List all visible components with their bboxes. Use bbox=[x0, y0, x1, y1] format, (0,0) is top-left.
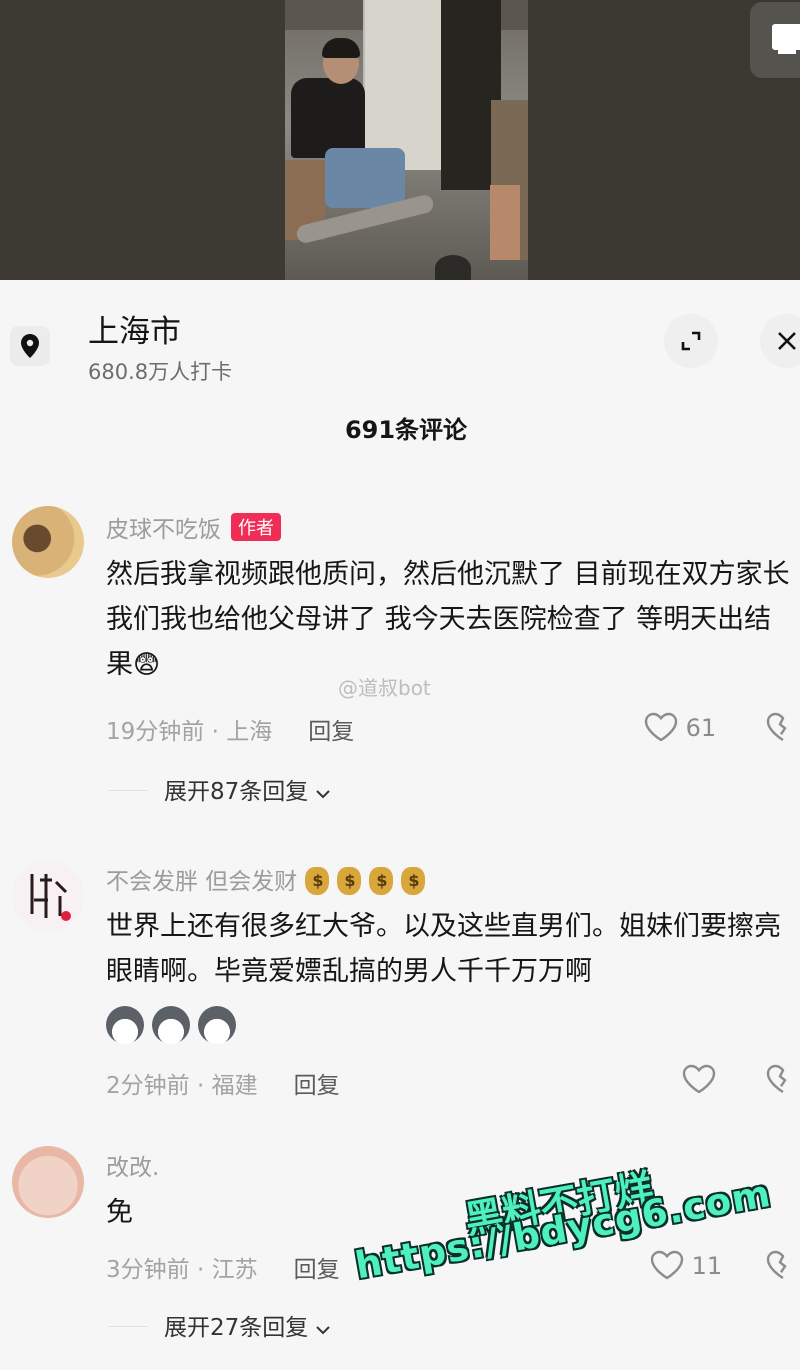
video-frame bbox=[285, 0, 528, 280]
close-button[interactable] bbox=[760, 314, 800, 368]
like-count: 61 bbox=[685, 714, 717, 742]
expand-icon bbox=[681, 331, 701, 351]
expand-button[interactable] bbox=[664, 314, 718, 368]
comment-username[interactable]: 皮球不吃饭 作者 bbox=[106, 510, 281, 544]
dislike-button[interactable] bbox=[766, 1064, 800, 1098]
avatar[interactable] bbox=[12, 506, 84, 578]
reply-button[interactable]: 回复 bbox=[294, 1073, 340, 1099]
husky-emoji-icon bbox=[152, 1006, 190, 1044]
like-button[interactable] bbox=[682, 1064, 716, 1094]
comment-text: 世界上还有很多红大爷。以及这些直男们。姐妹们要擦亮眼睛啊。毕竟爱嫖乱搞的男人千千… bbox=[106, 911, 781, 987]
expand-replies-button[interactable]: 展开27条回复 bbox=[108, 1308, 330, 1342]
avatar[interactable] bbox=[12, 1146, 84, 1218]
comment-time-location: 3分钟前 · 江苏 bbox=[106, 1257, 258, 1283]
heart-icon bbox=[644, 712, 678, 742]
close-icon bbox=[778, 332, 796, 350]
dislike-button[interactable] bbox=[766, 712, 800, 746]
comment-username[interactable]: 改改. bbox=[106, 1148, 159, 1182]
calligraphy-avatar-image bbox=[30, 874, 71, 921]
comment-time-location: 19分钟前 · 上海 bbox=[106, 719, 273, 745]
emoji-fearful: 😨 bbox=[133, 650, 161, 680]
heart-icon bbox=[682, 1064, 716, 1094]
comment-meta: 19分钟前 · 上海 回复 bbox=[106, 712, 354, 746]
video-player[interactable] bbox=[0, 0, 800, 280]
reply-button[interactable]: 回复 bbox=[308, 719, 354, 745]
watermark: @道叔bot bbox=[338, 676, 431, 700]
husky-emoji-icon bbox=[106, 1006, 144, 1044]
broken-heart-icon bbox=[766, 1064, 787, 1094]
expand-replies-button[interactable]: 展开87条回复 bbox=[108, 772, 330, 806]
chevron-down-icon bbox=[315, 1326, 330, 1335]
money-bag-icon bbox=[401, 867, 426, 895]
dislike-button[interactable] bbox=[766, 1250, 800, 1284]
broken-heart-icon bbox=[766, 712, 787, 742]
author-badge: 作者 bbox=[231, 513, 281, 541]
avatar[interactable] bbox=[12, 860, 84, 932]
location-checkins: 680.8万人打卡 bbox=[88, 360, 233, 384]
broken-heart-icon bbox=[766, 1250, 787, 1280]
video-blur-left bbox=[0, 0, 285, 280]
comment-username[interactable]: 不会发胖 但会发财 bbox=[106, 862, 426, 896]
money-bag-icon bbox=[337, 867, 362, 895]
money-bag-icon bbox=[305, 867, 330, 895]
comment-text: 然后我拿视频跟他质问，然后他沉默了 目前现在双方家长我们我也给他父母讲了 我今天… bbox=[106, 552, 796, 688]
comment-meta: 3分钟前 · 江苏 回复 bbox=[106, 1250, 340, 1284]
like-button[interactable]: 11 bbox=[650, 1250, 722, 1280]
screen-cast-button[interactable] bbox=[750, 2, 800, 78]
location-title: 上海市 bbox=[88, 314, 181, 350]
comments-count: 691条评论 bbox=[344, 416, 468, 444]
heart-icon bbox=[650, 1250, 684, 1280]
location-card[interactable]: 上海市 680.8万人打卡 bbox=[0, 280, 800, 400]
comment-time-location: 2分钟前 · 福建 bbox=[106, 1073, 258, 1099]
like-count: 11 bbox=[691, 1252, 723, 1280]
screen-icon bbox=[772, 24, 800, 50]
money-bag-icon bbox=[369, 867, 394, 895]
chevron-down-icon bbox=[315, 790, 330, 799]
like-button[interactable]: 61 bbox=[644, 712, 716, 742]
reply-button[interactable]: 回复 bbox=[294, 1257, 340, 1283]
comment-meta: 2分钟前 · 福建 回复 bbox=[106, 1066, 340, 1100]
husky-emojis bbox=[106, 1006, 244, 1048]
location-pin-icon bbox=[10, 326, 50, 366]
husky-emoji-icon bbox=[198, 1006, 236, 1044]
